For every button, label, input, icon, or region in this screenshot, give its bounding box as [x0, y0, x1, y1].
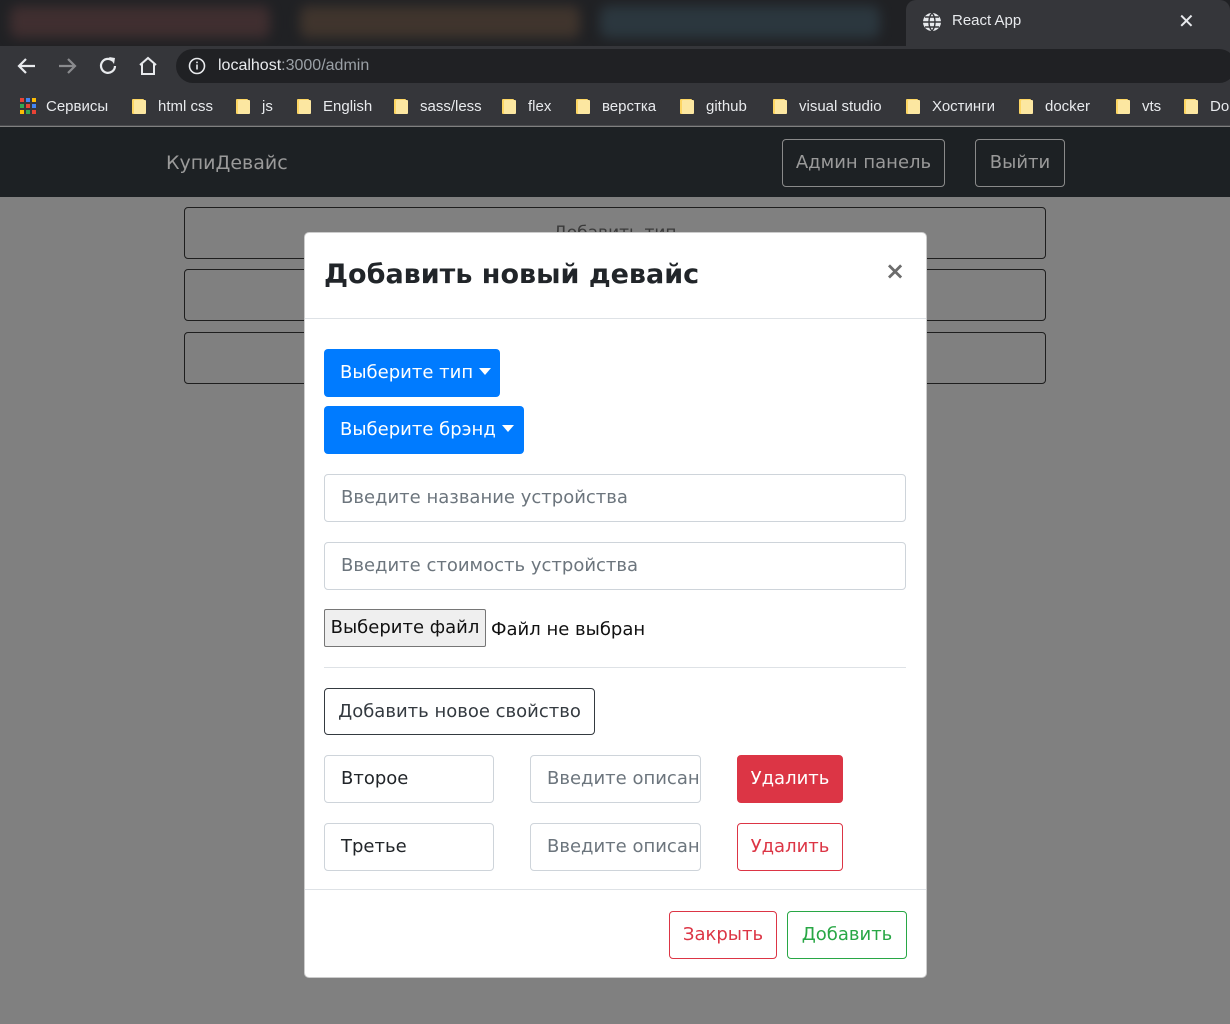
- bookmark-label: visual studio: [799, 97, 882, 115]
- modal-header-divider: [305, 318, 926, 319]
- back-arrow-icon[interactable]: [15, 54, 39, 78]
- bookmark-folder[interactable]: vts: [1116, 96, 1161, 116]
- choose-file-button[interactable]: Выберите файл: [324, 609, 486, 647]
- bookmark-label: vts: [1142, 97, 1162, 115]
- globe-icon: [923, 12, 941, 32]
- brand-dropdown-label: Выберите брэнд: [340, 419, 496, 440]
- brand-dropdown[interactable]: Выберите брэнд: [324, 406, 524, 454]
- forward-arrow-icon[interactable]: [55, 54, 79, 78]
- bookmarks-bar: Сервисы html css js English sass/less fl…: [0, 86, 1230, 126]
- blurred-tab[interactable]: [600, 6, 880, 38]
- caret-down-icon: [479, 367, 492, 375]
- bookmark-folder[interactable]: flex: [502, 96, 551, 116]
- url-path: :3000/admin: [281, 57, 370, 74]
- bookmark-label: Хостинги: [932, 97, 996, 115]
- bookmark-label: English: [323, 97, 373, 115]
- property-description-input[interactable]: Введите описание: [530, 823, 701, 871]
- bookmark-label: docker: [1045, 97, 1091, 115]
- address-bar[interactable]: localhost:3000/admin: [176, 49, 1230, 83]
- bookmark-folder[interactable]: sass/less: [394, 96, 482, 116]
- blurred-tab[interactable]: [300, 6, 580, 38]
- add-button[interactable]: Добавить: [787, 911, 907, 959]
- folder-icon: [680, 98, 696, 114]
- modal-footer-divider: [305, 889, 926, 890]
- url-host: localhost: [218, 57, 282, 74]
- tab-title: React App: [952, 12, 1022, 29]
- folder-icon: [502, 98, 518, 114]
- admin-panel-button[interactable]: Админ панель: [782, 139, 945, 187]
- brand-logo[interactable]: КупиДевайс: [166, 152, 288, 174]
- reload-icon[interactable]: [96, 54, 120, 78]
- folder-icon: [297, 98, 313, 114]
- blurred-tab[interactable]: [10, 6, 270, 38]
- caret-down-icon: [501, 424, 514, 432]
- apps-grid-icon: [20, 98, 36, 114]
- add-property-button[interactable]: Добавить новое свойство: [324, 688, 595, 735]
- bookmark-label: html css: [158, 97, 214, 115]
- info-icon[interactable]: [188, 57, 206, 75]
- browser-toolbar: localhost:3000/admin: [0, 46, 1230, 86]
- bookmark-label: Сервисы: [46, 97, 109, 115]
- close-icon[interactable]: ×: [885, 257, 905, 285]
- property-title-input[interactable]: Третье: [324, 823, 494, 871]
- home-icon[interactable]: [136, 54, 160, 78]
- bookmark-folder[interactable]: github: [680, 96, 747, 116]
- bookmark-folder[interactable]: visual studio: [773, 96, 882, 116]
- browser-tabstrip: React App ✕: [0, 0, 1230, 46]
- type-dropdown[interactable]: Выберите тип: [324, 349, 500, 397]
- folder-icon: [394, 98, 410, 114]
- folder-icon: [906, 98, 922, 114]
- app-navbar: КупиДевайс Админ панель Выйти: [0, 127, 1230, 197]
- bookmark-folder[interactable]: html css: [132, 96, 213, 116]
- bookmark-folder[interactable]: Хостинги: [906, 96, 995, 116]
- modal-title: Добавить новый девайс: [324, 259, 700, 290]
- bookmark-folder[interactable]: English: [297, 96, 372, 116]
- property-description-input[interactable]: Введите описание: [530, 755, 701, 803]
- device-name-input[interactable]: Введите название устройства: [324, 474, 906, 522]
- bookmark-folder[interactable]: js: [236, 96, 273, 116]
- folder-icon: [576, 98, 592, 114]
- delete-property-button[interactable]: Удалить: [737, 755, 843, 803]
- folder-icon: [773, 98, 789, 114]
- folder-icon: [1116, 98, 1132, 114]
- bookmark-label: верстка: [602, 97, 657, 115]
- property-title-input[interactable]: Второе: [324, 755, 494, 803]
- tab-close-icon[interactable]: ✕: [1178, 9, 1195, 33]
- section-divider: [324, 667, 906, 668]
- close-button[interactable]: Закрыть: [669, 911, 777, 959]
- bookmark-label: Do: [1210, 97, 1230, 115]
- folder-icon: [1184, 98, 1200, 114]
- bookmark-folder[interactable]: верстка: [576, 96, 656, 116]
- bookmark-label: flex: [528, 97, 552, 115]
- active-tab[interactable]: React App ✕: [906, 0, 1230, 46]
- bookmark-label: github: [706, 97, 747, 115]
- device-price-input[interactable]: Введите стоимость устройства: [324, 542, 906, 590]
- delete-property-button[interactable]: Удалить: [737, 823, 843, 871]
- add-device-modal: Добавить новый девайс × Выберите тип Выб…: [304, 232, 927, 978]
- bookmark-folder[interactable]: docker: [1019, 96, 1090, 116]
- bookmark-label: js: [262, 97, 273, 115]
- url-text: localhost:3000/admin: [218, 57, 369, 75]
- folder-icon: [236, 98, 252, 114]
- file-status: Файл не выбран: [491, 619, 646, 640]
- bookmark-services[interactable]: Сервисы: [20, 96, 108, 116]
- folder-icon: [132, 98, 148, 114]
- folder-icon: [1019, 98, 1035, 114]
- logout-button[interactable]: Выйти: [975, 139, 1065, 187]
- type-dropdown-label: Выберите тип: [340, 362, 474, 383]
- bookmark-label: sass/less: [420, 97, 482, 115]
- bookmark-folder[interactable]: Do: [1184, 96, 1229, 116]
